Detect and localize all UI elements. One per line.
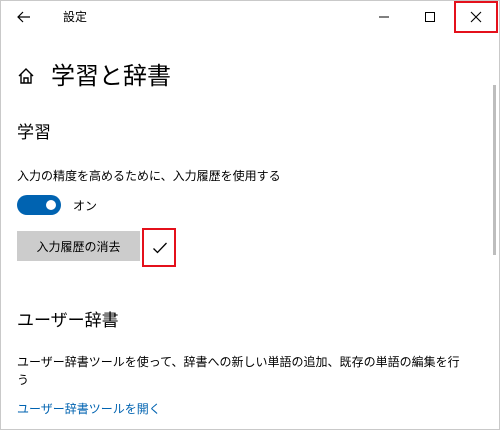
back-arrow-icon — [17, 11, 30, 23]
user-dictionary-description-line1: ユーザー辞書ツールを使って、辞書への新しい単語の追加、既存の単語の編集を行 — [17, 355, 460, 369]
home-button[interactable] — [15, 65, 37, 87]
input-history-toggle-row: オン — [17, 195, 97, 215]
minimize-button[interactable] — [361, 1, 407, 33]
toggle-state-label: オン — [73, 198, 98, 213]
title-bar: 設定 — [1, 1, 499, 33]
toggle-knob — [46, 200, 56, 210]
close-button[interactable] — [453, 1, 499, 33]
back-button[interactable] — [9, 5, 39, 29]
clear-input-history-button[interactable]: 入力履歴の消去 — [17, 231, 140, 261]
minimize-icon — [379, 16, 389, 18]
home-icon — [18, 68, 34, 84]
window-title: 設定 — [63, 10, 88, 24]
user-dictionary-heading: ユーザー辞書 — [17, 311, 119, 331]
close-icon — [470, 11, 482, 23]
input-history-toggle[interactable] — [17, 195, 61, 215]
maximize-button[interactable] — [407, 1, 453, 33]
page-title: 学習と辞書 — [51, 62, 171, 90]
confirm-check — [143, 229, 176, 266]
vertical-scrollbar[interactable] — [493, 85, 496, 255]
settings-window: 設定 学習と辞書 学習 入力の精度を高めるために、入力履歴を使用する オン 入力… — [0, 0, 500, 430]
page-header: 学習と辞書 — [15, 59, 171, 93]
learning-heading: 学習 — [17, 123, 51, 143]
checkmark-icon — [152, 242, 167, 253]
open-user-dictionary-link[interactable]: ユーザー辞書ツールを開く — [17, 400, 161, 418]
user-dictionary-description-line2: う — [17, 373, 30, 387]
learning-description: 入力の精度を高めるために、入力履歴を使用する — [17, 169, 281, 183]
maximize-icon — [425, 12, 435, 22]
